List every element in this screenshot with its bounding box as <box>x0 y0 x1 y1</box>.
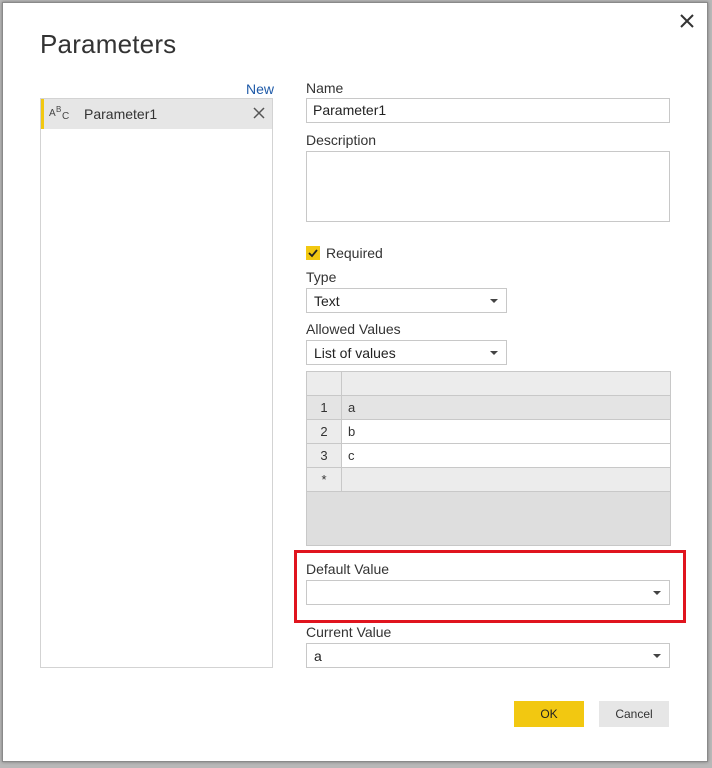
close-icon[interactable] <box>677 11 697 31</box>
value-cell[interactable] <box>342 468 670 492</box>
chevron-down-icon <box>490 299 498 303</box>
allowed-values-select[interactable]: List of values <box>306 340 507 365</box>
allowed-values-select-value: List of values <box>314 345 396 361</box>
default-value-label: Default Value <box>306 561 390 577</box>
new-parameter-link[interactable]: New <box>246 81 274 97</box>
type-select-value: Text <box>314 293 340 309</box>
required-checkbox[interactable] <box>306 246 320 260</box>
name-field[interactable]: Parameter1 <box>306 98 670 123</box>
chevron-down-icon <box>490 351 498 355</box>
value-cell[interactable]: a <box>342 396 670 420</box>
row-number: 3 <box>307 444 342 468</box>
default-value-select[interactable] <box>306 580 670 605</box>
cancel-button[interactable]: Cancel <box>599 701 669 727</box>
chevron-down-icon <box>653 654 661 658</box>
name-label: Name <box>306 80 344 96</box>
dialog-title: Parameters <box>40 29 177 59</box>
description-label: Description <box>306 132 377 148</box>
current-value-select[interactable]: a <box>306 643 670 668</box>
table-row[interactable]: 2 b <box>307 420 670 444</box>
allowed-values-label: Allowed Values <box>306 321 401 337</box>
row-number: 2 <box>307 420 342 444</box>
text-type-icon-letter-b: B <box>56 105 62 114</box>
required-label: Required <box>326 245 383 261</box>
grid-header-cell <box>342 372 670 396</box>
type-label: Type <box>306 269 337 285</box>
text-type-icon-letter-a: A <box>49 108 56 119</box>
current-value-label: Current Value <box>306 624 392 640</box>
description-field[interactable] <box>306 151 670 222</box>
current-value-select-value: a <box>314 648 322 664</box>
text-type-icon-letter-c: C <box>62 111 70 122</box>
parameter-list-item[interactable]: A B C Parameter1 <box>41 99 272 129</box>
text-type-icon: A B C <box>49 105 73 123</box>
table-row[interactable]: 1 a <box>307 396 670 420</box>
value-cell[interactable]: b <box>342 420 670 444</box>
allowed-values-grid: 1 a 2 b 3 c * <box>306 371 671 546</box>
grid-header-row <box>307 372 670 396</box>
parameters-dialog: Parameters New A B C Parameter1 Name Par… <box>2 2 708 762</box>
chevron-down-icon <box>653 591 661 595</box>
parameter-list: A B C Parameter1 <box>40 98 273 668</box>
row-number: 1 <box>307 396 342 420</box>
grid-corner-cell <box>307 372 342 396</box>
ok-button[interactable]: OK <box>514 701 584 727</box>
remove-parameter-icon[interactable] <box>252 106 266 120</box>
new-row[interactable]: * <box>307 468 670 492</box>
table-row[interactable]: 3 c <box>307 444 670 468</box>
type-select[interactable]: Text <box>306 288 507 313</box>
row-number: * <box>307 468 342 492</box>
parameter-list-item-label: Parameter1 <box>84 106 158 122</box>
value-cell[interactable]: c <box>342 444 670 468</box>
